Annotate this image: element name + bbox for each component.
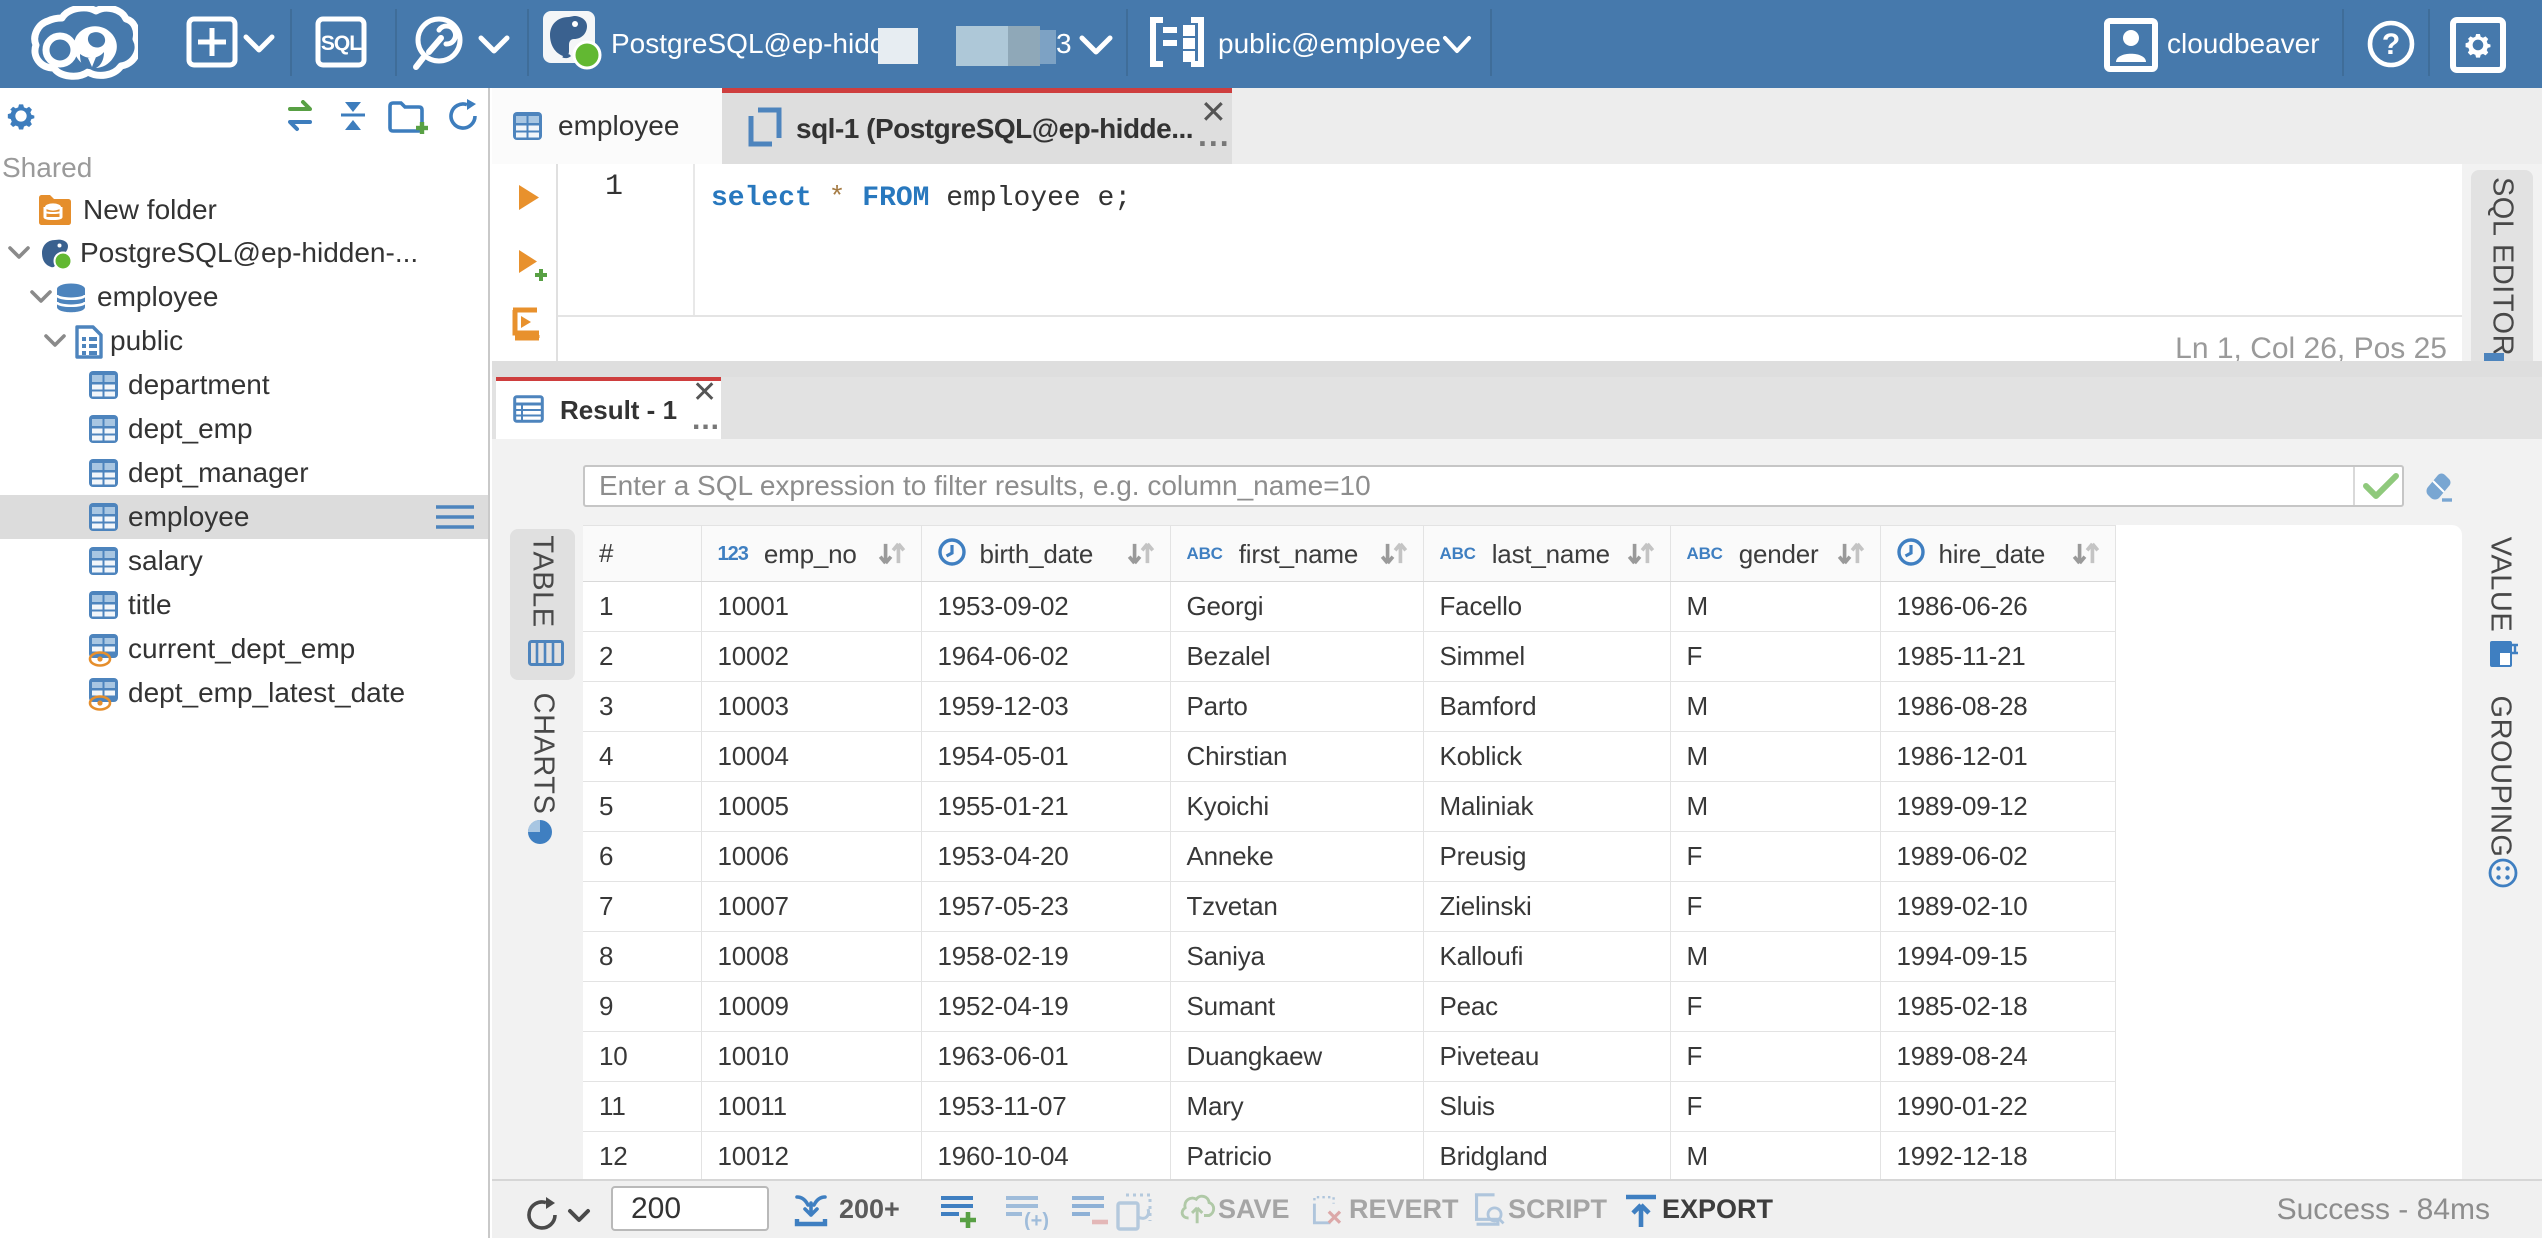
- svg-text:SQL: SQL: [321, 32, 362, 55]
- svg-text:?: ?: [2382, 28, 2400, 61]
- svg-text:(+): (+): [1024, 1210, 1048, 1230]
